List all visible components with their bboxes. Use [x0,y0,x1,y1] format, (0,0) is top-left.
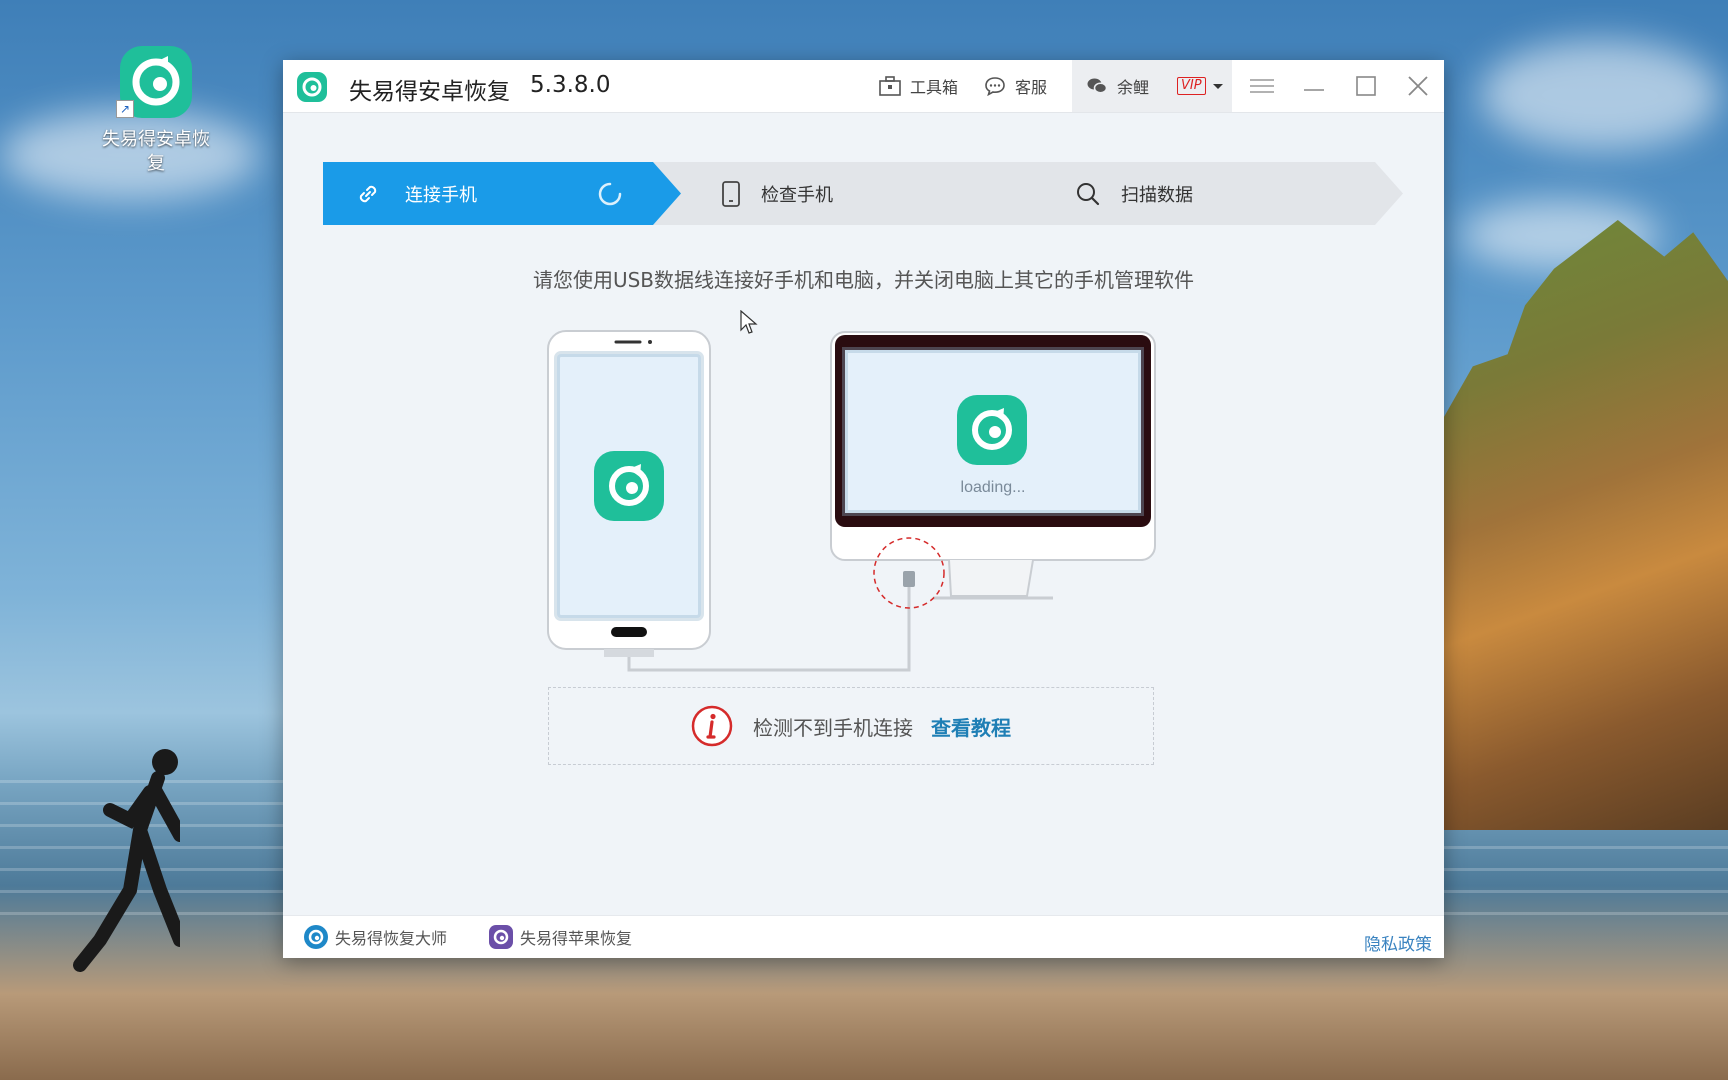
footer-link-label: 失易得苹果恢复 [520,929,633,948]
warning-info-icon [691,705,733,747]
connection-status-notice: 检测不到手机连接 查看教程 [548,687,1154,765]
mouse-cursor-icon [740,310,758,334]
phone-illustration [547,330,711,657]
usb-plug [903,571,915,587]
desktop-icon-label: 失易得安卓恢复 [102,129,210,174]
runner-silhouette [73,749,180,972]
apple-recovery-link[interactable]: 失易得苹果恢复 [488,916,632,958]
footer-link-label: 失易得恢复大师 [335,929,448,948]
monitor-illustration: loading... [830,331,1156,600]
privacy-policy-link[interactable]: 隐私政策 [1364,930,1432,955]
apple-recovery-logo-icon [489,925,513,949]
desktop-app-icon[interactable]: ↗ 失易得安卓恢复 [96,44,216,176]
monitor-loading-text: loading... [961,479,1026,496]
connection-illustration: loading... [547,330,1156,672]
footer-bar: 失易得恢复大师 失易得苹果恢复 隐私政策 [283,915,1444,958]
view-tutorial-link[interactable]: 查看教程 [931,712,1011,741]
coastal-rock [1438,220,1728,830]
recovery-master-logo-icon [304,925,328,949]
cloud [1480,40,1720,150]
recovery-master-link[interactable]: 失易得恢复大师 [303,916,447,958]
shortcut-arrow-icon: ↗ [116,100,134,118]
no-connection-message: 检测不到手机连接 [753,715,913,740]
app-window: 失易得安卓恢复 5.3.8.0 工具箱 客服 余鲤 VIP 连接手机 检查手机 … [283,60,1444,958]
